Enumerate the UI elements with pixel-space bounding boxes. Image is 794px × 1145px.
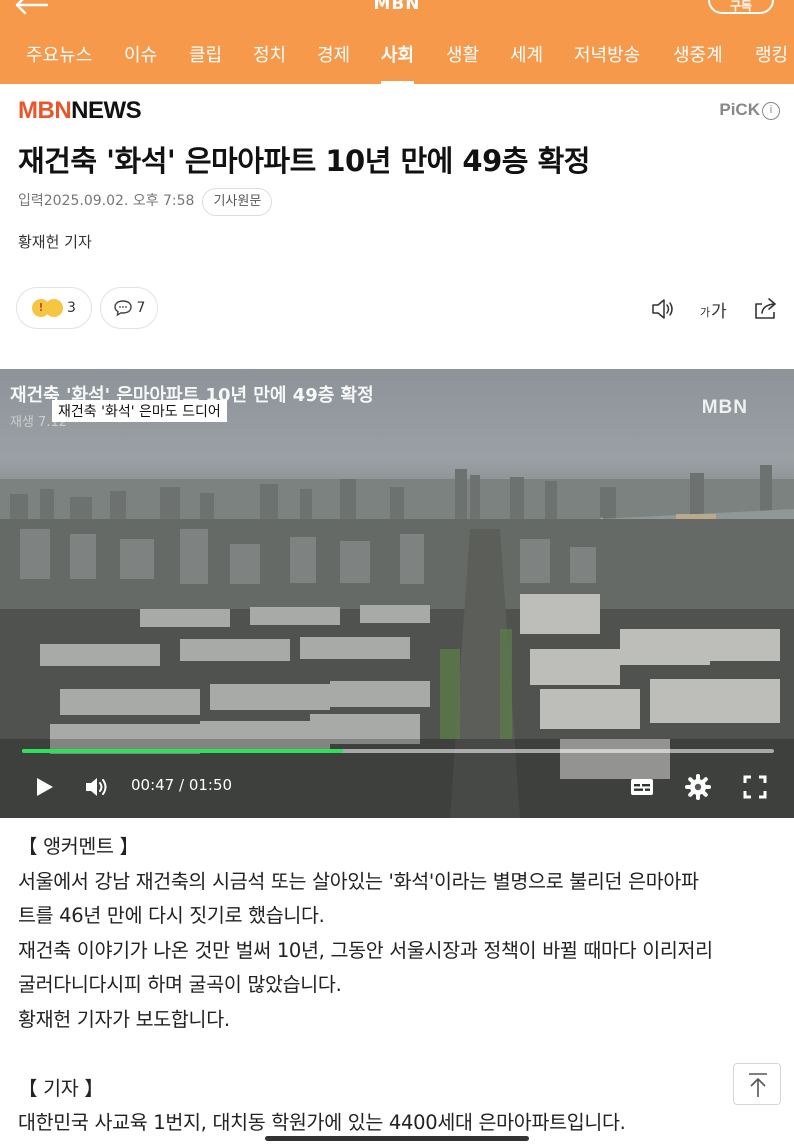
svg-text:가: 가 [711, 302, 727, 322]
reaction-button[interactable]: ! 3 [16, 287, 92, 329]
body-line: 황재헌 기자가 보도합니다. [18, 1007, 230, 1031]
tab-main-news[interactable]: 주요뉴스 [26, 30, 92, 84]
volume-icon[interactable] [84, 774, 112, 800]
tab-evening-broadcast[interactable]: 저녁방송 [574, 30, 640, 84]
svg-text:가: 가 [700, 306, 710, 319]
tab-politics[interactable]: 정치 [253, 30, 286, 84]
subscribe-button[interactable]: 구독 [708, 0, 774, 14]
top-header: MBN 구독 주요뉴스 이슈 클립 정치 경제 사회 생활 세계 저녁방송 생중… [0, 0, 794, 84]
comment-count: 7 [136, 300, 146, 316]
body-line: 재건축 이야기가 나온 것만 벌써 10년, 그동안 서울시장과 정책이 바뀔 … [18, 938, 713, 962]
tab-economy[interactable]: 경제 [317, 30, 350, 84]
header-logo[interactable]: MBN [0, 0, 794, 14]
fullscreen-icon[interactable] [742, 774, 768, 800]
pick-label: PiCK [719, 100, 760, 119]
reaction-emoji-icon: ! [32, 299, 64, 317]
tab-live[interactable]: 생중계 [673, 30, 723, 84]
subtitles-icon[interactable] [629, 774, 655, 800]
play-icon[interactable] [34, 774, 56, 800]
tab-ranking[interactable]: 랭킹 [755, 30, 788, 84]
video-watermark-logo: MBN [701, 397, 748, 418]
home-indicator[interactable] [265, 1136, 529, 1141]
pick-badge[interactable]: PiCK i [719, 100, 780, 120]
tab-life[interactable]: 생활 [446, 30, 479, 84]
body-line-anchor-heading: 【 앵커멘트 】 [18, 835, 139, 858]
body-line: 서울에서 강남 재건축의 시금석 또는 살아있는 '화석'이라는 별명으로 불리… [18, 869, 699, 893]
reporter-name[interactable]: 황재헌 기자 [18, 231, 92, 252]
press-logo-mbn: MBN [18, 97, 72, 124]
video-caption: 재건축 '화석' 은마도 드디어 [52, 400, 227, 422]
body-blank-line [18, 1037, 788, 1072]
tab-world[interactable]: 세계 [510, 30, 543, 84]
tab-clip[interactable]: 클립 [189, 30, 222, 84]
press-logo-news: NEWS [71, 97, 142, 124]
video-player[interactable]: 재건축 '화석' 은마아파트 10년 만에 49층 확정 재생 7.12 재건축… [0, 369, 794, 818]
body-line-reporter-heading: 【 기자 】 [18, 1076, 104, 1100]
body-line: 굴러다니다시피 하며 굴곡이 많았습니다. [18, 973, 342, 996]
font-size-icon[interactable]: 가 가 [699, 296, 729, 322]
speaker-icon[interactable] [650, 296, 676, 322]
reaction-count: 3 [67, 300, 76, 316]
video-progress-bar[interactable] [22, 749, 774, 753]
body-line: 트를 46년 만에 다시 짓기로 했습니다. [18, 904, 325, 927]
publish-date: 입력2025.09.02. 오후 7:58 [18, 193, 195, 209]
article-body: 【 앵커멘트 】 서울에서 강남 재건축의 시금석 또는 살아있는 '화석'이라… [18, 830, 788, 1141]
original-article-button[interactable]: 기사원문 [202, 188, 273, 216]
settings-gear-icon[interactable] [685, 774, 711, 800]
video-progress-fill [22, 749, 344, 753]
share-icon[interactable] [752, 296, 778, 322]
scroll-to-top-button[interactable] [733, 1063, 781, 1105]
tab-issue[interactable]: 이슈 [124, 30, 157, 84]
comment-icon [113, 300, 132, 317]
article-meta: 입력2025.09.02. 오후 7:58 기사원문 [18, 188, 273, 216]
info-icon[interactable]: i [762, 102, 780, 120]
tab-society[interactable]: 사회 [381, 30, 415, 84]
video-time: 00:47 / 01:50 [131, 776, 233, 794]
press-logo[interactable]: MBNNEWS [18, 97, 142, 125]
article-title: 재건축 '화석' 은마아파트 10년 만에 49층 확정 [18, 144, 590, 178]
arrow-up-icon [749, 1073, 767, 1097]
comment-button[interactable]: 7 [100, 287, 158, 329]
